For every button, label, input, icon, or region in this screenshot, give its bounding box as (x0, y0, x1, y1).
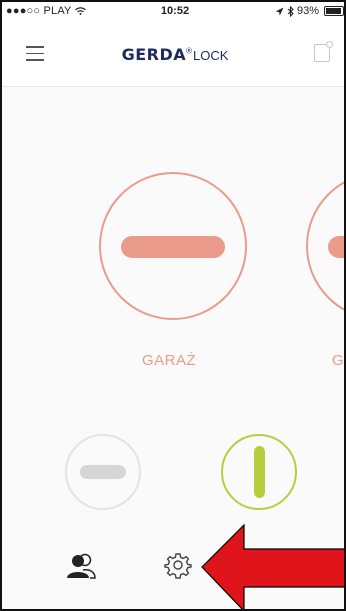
lock-bar-icon (328, 236, 344, 258)
battery-percent: 93% (296, 5, 319, 17)
status-right: 93% (275, 5, 344, 17)
logo-registered-mark: ® (186, 46, 193, 56)
lock-label-second: G (332, 352, 345, 369)
lock-button-second[interactable] (306, 172, 344, 320)
lock-button-garaz[interactable] (99, 172, 247, 320)
battery-icon (324, 6, 344, 16)
settings-gear-icon[interactable] (164, 551, 192, 579)
gerda-lock-logo: GERDA®LOCK (2, 45, 344, 65)
bluetooth-icon (287, 5, 294, 17)
status-bar: ●●●○○ PLAY 10:52 93% (2, 2, 344, 22)
app-header: GERDA®LOCK (2, 22, 344, 87)
location-arrow-icon (275, 7, 284, 15)
lock-label-garaz: GARAŻ (142, 352, 197, 369)
door-add-icon[interactable] (314, 41, 333, 62)
lock-bar-icon (121, 236, 225, 258)
logo-brand: GERDA (121, 45, 187, 64)
lock-small-unlocked[interactable] (221, 434, 297, 510)
red-arrow-annotation (201, 523, 344, 609)
users-icon[interactable] (66, 553, 96, 579)
logo-sub: LOCK (193, 48, 229, 63)
lock-small-inactive[interactable] (65, 434, 141, 510)
battery-fill (326, 8, 341, 14)
lock-bar-icon (80, 465, 126, 479)
phone-screen: ●●●○○ PLAY 10:52 93% GERDA®LOCK GARAŻ G (0, 0, 346, 611)
unlock-bar-icon (254, 446, 265, 498)
